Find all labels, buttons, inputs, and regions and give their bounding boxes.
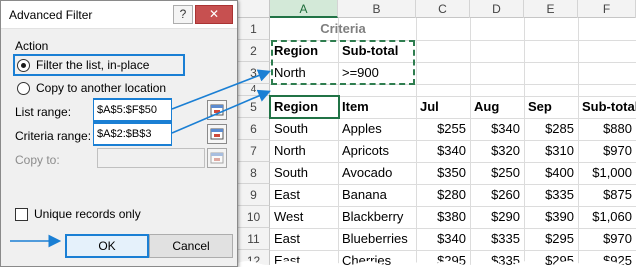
table-cell[interactable]: South xyxy=(270,118,338,140)
copy-to-label: Copy to: xyxy=(15,153,60,167)
help-button[interactable]: ? xyxy=(173,5,193,24)
range-collapse-icon xyxy=(210,152,224,164)
checkbox-unchecked-icon xyxy=(15,207,28,221)
select-all-corner[interactable] xyxy=(238,0,270,18)
criteria-title-cell[interactable]: Criteria xyxy=(270,18,416,40)
row-header-10[interactable]: 10 xyxy=(238,206,270,228)
table-cell[interactable]: $340 xyxy=(470,118,524,140)
row-header-8[interactable]: 8 xyxy=(238,162,270,184)
table-cell[interactable]: $260 xyxy=(470,184,524,206)
column-header-row: A B C D E F xyxy=(238,0,636,18)
table-cell[interactable]: $290 xyxy=(470,206,524,228)
radio-copy-to-location[interactable]: Copy to another location xyxy=(17,79,166,97)
criteria-range-input[interactable] xyxy=(94,124,171,144)
torn-edge xyxy=(238,261,636,267)
dialog-title: Advanced Filter xyxy=(9,8,93,22)
range-collapse-icon xyxy=(210,104,224,116)
list-range-input[interactable] xyxy=(94,100,171,120)
table-cell[interactable]: $335 xyxy=(470,228,524,250)
row-header-11[interactable]: 11 xyxy=(238,228,270,250)
column-header-a[interactable]: A xyxy=(270,0,338,18)
table-cell[interactable]: $970 xyxy=(578,228,636,250)
radio-unselected-icon xyxy=(17,81,30,95)
close-button[interactable]: ✕ xyxy=(195,5,233,24)
table-header-jul[interactable]: Jul xyxy=(416,96,470,118)
table-cell[interactable]: $390 xyxy=(524,206,578,228)
table-header-subtotal[interactable]: Sub-total xyxy=(578,96,636,118)
unique-records-checkbox[interactable]: Unique records only xyxy=(15,207,141,221)
table-cell[interactable]: $1,000 xyxy=(578,162,636,184)
advanced-filter-dialog: Advanced Filter ? ✕ Action Filter the li… xyxy=(0,0,238,267)
table-cell[interactable]: Avocado xyxy=(338,162,416,184)
list-range-label: List range: xyxy=(15,105,72,119)
row-header-7[interactable]: 7 xyxy=(238,140,270,162)
radio-selected-icon xyxy=(17,58,30,72)
table-cell[interactable]: $400 xyxy=(524,162,578,184)
table-cell[interactable]: $340 xyxy=(416,228,470,250)
table-cell[interactable]: $285 xyxy=(524,118,578,140)
table-cell[interactable]: $255 xyxy=(416,118,470,140)
row-header-3[interactable]: 3 xyxy=(238,62,270,84)
table-cell[interactable]: $295 xyxy=(524,228,578,250)
column-header-d[interactable]: D xyxy=(470,0,524,18)
radio-filter-in-place[interactable]: Filter the list, in-place xyxy=(17,56,149,74)
criteria-range-selection xyxy=(271,40,415,85)
range-collapse-icon xyxy=(210,128,224,140)
table-cell[interactable]: North xyxy=(270,140,338,162)
action-group-label: Action xyxy=(15,39,49,53)
row-header-5[interactable]: 5 xyxy=(238,96,270,118)
table-cell[interactable]: South xyxy=(270,162,338,184)
column-header-c[interactable]: C xyxy=(416,0,470,18)
row-header-1[interactable]: 1 xyxy=(238,18,270,40)
table-cell[interactable]: East xyxy=(270,184,338,206)
copy-to-collapse-button[interactable] xyxy=(207,148,227,168)
table-cell[interactable]: West xyxy=(270,206,338,228)
table-cell[interactable]: $880 xyxy=(578,118,636,140)
table-cell[interactable]: $280 xyxy=(416,184,470,206)
table-header-item[interactable]: Item xyxy=(338,96,416,118)
close-icon: ✕ xyxy=(208,7,220,21)
row-header-4[interactable]: 4 xyxy=(238,84,270,96)
row-header-9[interactable]: 9 xyxy=(238,184,270,206)
ok-button[interactable]: OK xyxy=(65,234,149,258)
table-cell[interactable]: Blackberry xyxy=(338,206,416,228)
row-header-2[interactable]: 2 xyxy=(238,40,270,62)
table-header-aug[interactable]: Aug xyxy=(470,96,524,118)
table-cell[interactable]: Apples xyxy=(338,118,416,140)
table-cell[interactable]: Apricots xyxy=(338,140,416,162)
table-cell[interactable]: Banana xyxy=(338,184,416,206)
table-cell[interactable]: $340 xyxy=(416,140,470,162)
radio-filter-in-place-label: Filter the list, in-place xyxy=(36,58,150,72)
table-cell[interactable]: $350 xyxy=(416,162,470,184)
copy-to-input[interactable] xyxy=(97,148,205,168)
table-cell[interactable]: $1,060 xyxy=(578,206,636,228)
table-header-sep[interactable]: Sep xyxy=(524,96,578,118)
table-cell[interactable]: Blueberries xyxy=(338,228,416,250)
criteria-range-collapse-button[interactable] xyxy=(207,124,227,144)
radio-copy-to-location-label: Copy to another location xyxy=(36,81,167,95)
active-cell-a5 xyxy=(269,95,340,119)
dialog-titlebar[interactable]: Advanced Filter ? ✕ xyxy=(1,1,237,29)
column-header-b[interactable]: B xyxy=(338,0,416,18)
table-cell[interactable]: $320 xyxy=(470,140,524,162)
table-cell[interactable]: $310 xyxy=(524,140,578,162)
criteria-range-label: Criteria range: xyxy=(15,129,92,143)
table-cell[interactable]: $875 xyxy=(578,184,636,206)
table-cell[interactable]: East xyxy=(270,228,338,250)
spreadsheet-grid[interactable]: A B C D E F 1 2 3 4 5 6 7 8 9 10 11 12 C… xyxy=(238,0,636,267)
table-cell[interactable]: $970 xyxy=(578,140,636,162)
list-range-collapse-button[interactable] xyxy=(207,100,227,120)
cancel-button[interactable]: Cancel xyxy=(149,234,233,258)
table-cell[interactable]: $380 xyxy=(416,206,470,228)
table-cell[interactable]: $335 xyxy=(524,184,578,206)
unique-records-label: Unique records only xyxy=(34,207,141,221)
row-header-6[interactable]: 6 xyxy=(238,118,270,140)
column-header-e[interactable]: E xyxy=(524,0,578,18)
column-header-f[interactable]: F xyxy=(578,0,636,18)
table-cell[interactable]: $250 xyxy=(470,162,524,184)
